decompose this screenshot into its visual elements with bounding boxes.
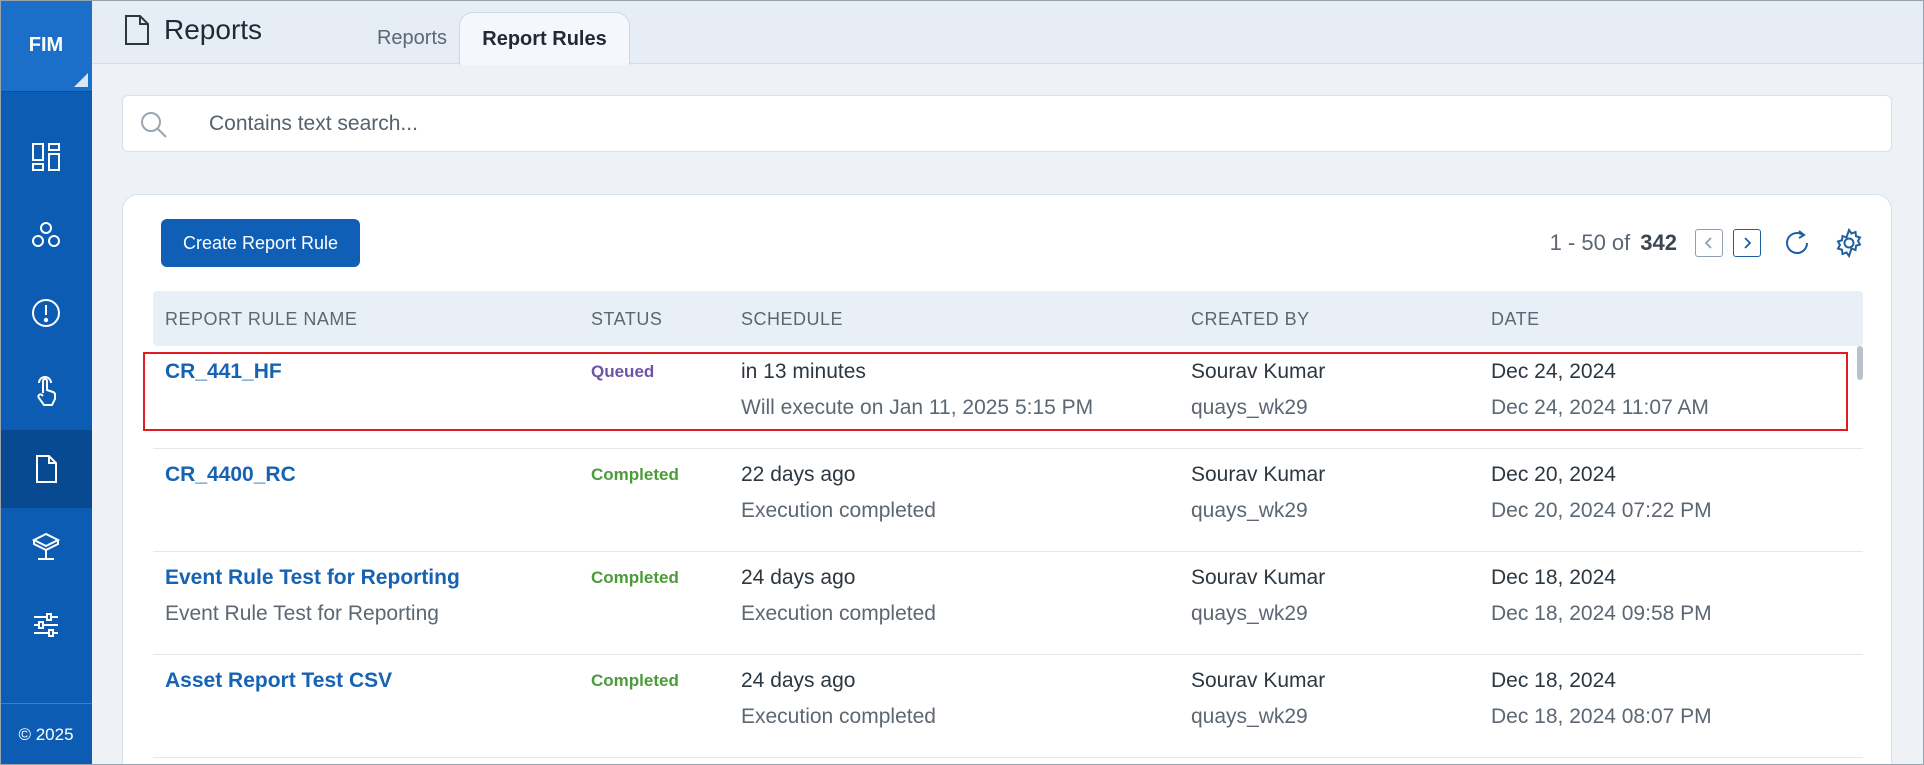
- expand-corner-icon[interactable]: [74, 73, 88, 87]
- datetime: Dec 18, 2024 08:07 PM: [1491, 705, 1712, 728]
- create-report-rule-button[interactable]: Create Report Rule: [161, 219, 360, 267]
- sidebar-item-assets[interactable]: [0, 508, 92, 586]
- refresh-icon[interactable]: [1781, 227, 1813, 259]
- asset-icon: [31, 532, 61, 560]
- rule-description: Event Rule Test for Reporting: [165, 602, 439, 625]
- page-title: Reports: [164, 14, 263, 45]
- tab-report-rules[interactable]: Report Rules: [459, 12, 630, 65]
- search-input[interactable]: [209, 106, 1809, 142]
- table-row[interactable]: Event Rule Test for Reporting Event Rule…: [153, 552, 1863, 655]
- schedule-detail: Will execute on Jan 11, 2025 5:15 PM: [741, 396, 1094, 419]
- table-row[interactable]: CR_441_HF Queued in 13 minutes Will exec…: [153, 346, 1863, 449]
- document-icon: [125, 15, 149, 45]
- brand-label: FIM: [28, 34, 64, 56]
- table-header: REPORT RULE NAME STATUS SCHEDULE CREATED…: [153, 291, 1863, 346]
- sidebar: FIM © 2025: [0, 0, 92, 765]
- column-header-date[interactable]: DATE: [1491, 309, 1540, 330]
- dashboard-icon: [32, 143, 60, 171]
- column-header-name[interactable]: REPORT RULE NAME: [165, 309, 357, 330]
- date: Dec 18, 2024: [1491, 669, 1616, 692]
- sidebar-nav: [0, 118, 92, 664]
- next-page-button[interactable]: [1733, 229, 1761, 257]
- datetime: Dec 20, 2024 07:22 PM: [1491, 499, 1712, 522]
- report-rules-card: Create Report Rule 1 - 50 of 342 REPORT …: [122, 194, 1892, 765]
- page-title-group: Reports: [124, 14, 262, 46]
- schedule-detail: Execution completed: [741, 602, 936, 625]
- copyright: © 2025: [0, 703, 92, 765]
- table-row[interactable]: CR_4400_RC Completed 22 days ago Executi…: [153, 449, 1863, 552]
- status-badge: Completed: [591, 568, 679, 587]
- datetime: Dec 24, 2024 11:07 AM: [1491, 396, 1709, 419]
- column-header-status[interactable]: STATUS: [591, 309, 662, 330]
- prev-page-button[interactable]: [1695, 229, 1723, 257]
- rule-name-link[interactable]: CR_441_HF: [165, 360, 282, 384]
- created-by-name: Sourav Kumar: [1191, 463, 1326, 486]
- sidebar-item-alerts[interactable]: [0, 274, 92, 352]
- rule-name-link[interactable]: CR_4400_RC: [165, 463, 296, 487]
- table-body: CR_441_HF Queued in 13 minutes Will exec…: [153, 346, 1863, 758]
- header: Reports Reports Report Rules: [92, 0, 1924, 65]
- column-header-schedule[interactable]: SCHEDULE: [741, 309, 843, 330]
- sidebar-item-reports[interactable]: [0, 430, 92, 508]
- status-badge: Completed: [591, 465, 679, 484]
- schedule-relative: 24 days ago: [741, 669, 856, 692]
- sidebar-item-cluster[interactable]: [0, 196, 92, 274]
- schedule-relative: 22 days ago: [741, 463, 856, 486]
- document-icon: [36, 455, 57, 483]
- schedule-detail: Execution completed: [741, 499, 936, 522]
- search-bar: [122, 95, 1892, 152]
- date: Dec 18, 2024: [1491, 566, 1616, 589]
- rule-name-link[interactable]: Asset Report Test CSV: [165, 669, 392, 693]
- date: Dec 20, 2024: [1491, 463, 1616, 486]
- schedule-relative: in 13 minutes: [741, 360, 866, 383]
- table-scrollbar[interactable]: [1857, 346, 1863, 380]
- column-header-created-by[interactable]: CREATED BY: [1191, 309, 1310, 330]
- created-by-name: Sourav Kumar: [1191, 669, 1326, 692]
- created-by-name: Sourav Kumar: [1191, 566, 1326, 589]
- table-row[interactable]: Asset Report Test CSV Completed 24 days …: [153, 655, 1863, 758]
- brand-logo[interactable]: FIM: [0, 0, 92, 92]
- sidebar-item-settings[interactable]: [0, 586, 92, 664]
- chevron-left-icon: [1704, 237, 1712, 249]
- touch-icon: [37, 376, 56, 406]
- created-by-id: quays_wk29: [1191, 499, 1308, 522]
- pagination-total: 342: [1640, 230, 1677, 255]
- created-by-name: Sourav Kumar: [1191, 360, 1326, 383]
- pagination-range: 1 - 50 of: [1549, 230, 1631, 255]
- sidebar-item-actions[interactable]: [0, 352, 92, 430]
- datetime: Dec 18, 2024 09:58 PM: [1491, 602, 1712, 625]
- sliders-icon: [34, 613, 58, 637]
- status-badge: Completed: [591, 671, 679, 690]
- rule-name-link[interactable]: Event Rule Test for Reporting: [165, 566, 460, 590]
- date: Dec 24, 2024: [1491, 360, 1616, 383]
- schedule-relative: 24 days ago: [741, 566, 856, 589]
- gear-icon[interactable]: [1833, 227, 1865, 259]
- schedule-detail: Execution completed: [741, 705, 936, 728]
- created-by-id: quays_wk29: [1191, 602, 1308, 625]
- cluster-icon: [32, 222, 60, 247]
- status-badge: Queued: [591, 362, 655, 381]
- created-by-id: quays_wk29: [1191, 396, 1308, 419]
- search-icon: [141, 112, 167, 138]
- pagination: 1 - 50 of 342: [1550, 225, 1865, 261]
- alert-icon: [32, 299, 60, 327]
- sidebar-item-dashboard[interactable]: [0, 118, 92, 196]
- chevron-right-icon: [1744, 237, 1752, 249]
- created-by-id: quays_wk29: [1191, 705, 1308, 728]
